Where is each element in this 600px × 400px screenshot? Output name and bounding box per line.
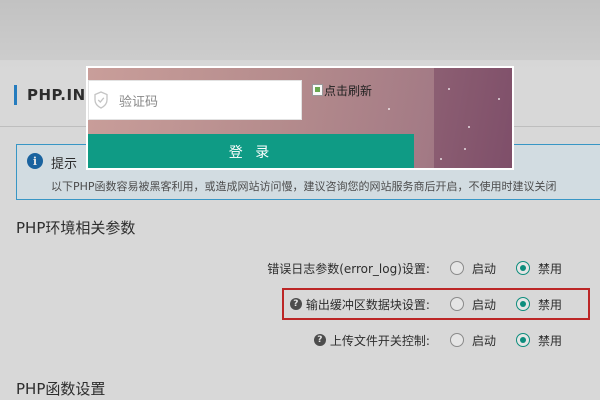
sparkle — [468, 126, 470, 128]
modal-overlay — [0, 0, 600, 400]
captcha-image[interactable]: 点击刷新 — [312, 82, 372, 98]
modal-side-panel — [434, 68, 512, 168]
shield-icon — [94, 91, 108, 109]
captcha-refresh-text: 点击刷新 — [324, 83, 373, 98]
overlay-shadow — [0, 0, 600, 70]
captcha-input[interactable]: 验证码 — [88, 80, 302, 120]
captcha-placeholder: 验证码 — [119, 94, 159, 110]
sparkle — [440, 158, 442, 160]
broken-image-icon — [312, 84, 323, 96]
sparkle — [464, 148, 466, 150]
login-modal: 验证码 点击刷新 登 录 — [86, 66, 514, 170]
sparkle — [498, 98, 500, 100]
sparkle — [448, 88, 450, 90]
sparkle — [388, 108, 390, 110]
login-button[interactable]: 登 录 — [88, 134, 414, 168]
